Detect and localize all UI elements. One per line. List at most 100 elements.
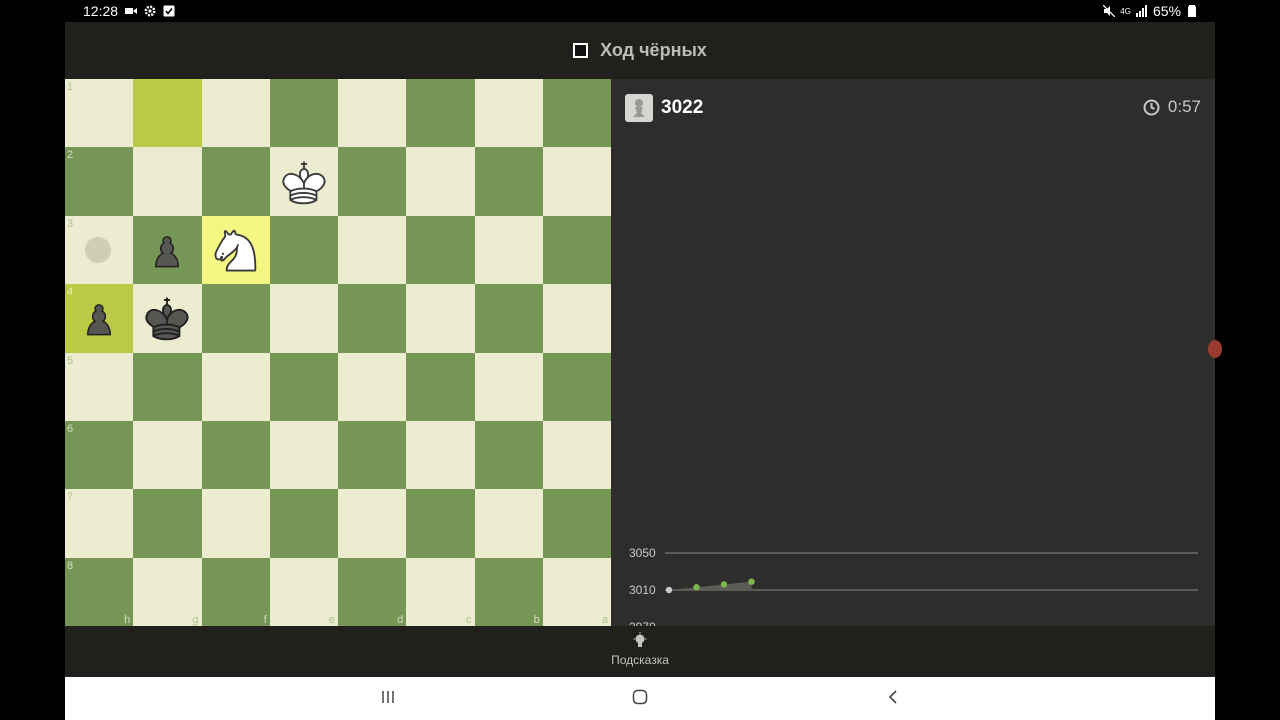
- square-a4[interactable]: [542, 284, 611, 353]
- square-g2[interactable]: [133, 147, 202, 216]
- navigation-bar: [65, 677, 1215, 720]
- square-f8[interactable]: f: [201, 557, 270, 626]
- clock-icon: [1143, 99, 1160, 115]
- back-icon[interactable]: [887, 689, 899, 705]
- bottom-bar: Подсказка: [65, 626, 1215, 677]
- rank-label: 7: [67, 491, 74, 504]
- file-label: h: [124, 614, 131, 626]
- square-b2[interactable]: [474, 147, 543, 216]
- square-e2[interactable]: [269, 147, 338, 216]
- turn-indicator-square: [573, 43, 589, 58]
- square-f6[interactable]: [201, 420, 270, 490]
- hint-button[interactable]: Подсказка: [610, 632, 670, 667]
- square-c6[interactable]: [406, 420, 475, 490]
- square-b7[interactable]: [474, 489, 543, 558]
- square-b4[interactable]: [474, 284, 543, 353]
- square-a8[interactable]: a: [542, 557, 611, 626]
- square-c5[interactable]: [406, 352, 475, 421]
- square-f4[interactable]: [201, 284, 270, 353]
- square-d3[interactable]: [338, 215, 407, 285]
- square-b1[interactable]: [474, 79, 543, 148]
- black-king-piece[interactable]: [133, 284, 201, 352]
- top-bar: Ход чёрных: [65, 22, 1215, 79]
- square-e4[interactable]: [269, 284, 338, 353]
- square-b8[interactable]: b: [474, 557, 543, 626]
- square-a1[interactable]: [542, 79, 611, 148]
- square-h3[interactable]: 3: [65, 215, 134, 285]
- square-a5[interactable]: [542, 352, 611, 421]
- floating-bubble[interactable]: [1208, 340, 1222, 358]
- square-d5[interactable]: [338, 352, 407, 421]
- square-d2[interactable]: [338, 147, 407, 216]
- square-g3[interactable]: [133, 215, 202, 285]
- square-h2[interactable]: 2: [65, 147, 134, 216]
- chess-app: Ход чёрных 1 2345 67 8h g f edcba 3022 0:57 30…: [65, 22, 1222, 677]
- square-a3[interactable]: [542, 215, 611, 285]
- white-king-piece[interactable]: [270, 147, 338, 215]
- hint-label: Подсказка: [611, 653, 669, 667]
- home-icon[interactable]: [632, 689, 648, 705]
- file-label: e: [328, 614, 335, 626]
- square-g5[interactable]: [133, 352, 202, 421]
- square-h4[interactable]: 4: [65, 284, 134, 353]
- square-g7[interactable]: [133, 489, 202, 558]
- square-g8[interactable]: g: [133, 557, 202, 626]
- square-g4[interactable]: [133, 284, 202, 353]
- square-b6[interactable]: [474, 420, 543, 490]
- square-g1[interactable]: [133, 79, 202, 148]
- file-label: g: [192, 614, 199, 626]
- square-b3[interactable]: [474, 215, 543, 285]
- square-a6[interactable]: [542, 420, 611, 490]
- check-box-icon: [163, 5, 175, 17]
- square-d1[interactable]: [338, 79, 407, 148]
- square-h6[interactable]: 6: [65, 420, 134, 490]
- rank-label: 5: [67, 354, 74, 367]
- chess-board[interactable]: 1 2345 67 8h g f edcba: [65, 79, 611, 626]
- square-a7[interactable]: [542, 489, 611, 558]
- square-c2[interactable]: [406, 147, 475, 216]
- square-f1[interactable]: [201, 79, 270, 148]
- square-c1[interactable]: [406, 79, 475, 148]
- graph-y-label: 3010: [629, 583, 656, 597]
- square-e1[interactable]: [269, 79, 338, 148]
- recent-apps-icon[interactable]: [381, 689, 395, 705]
- square-c8[interactable]: c: [406, 557, 475, 626]
- status-time: 12:28: [83, 3, 119, 19]
- signal-icon: [1135, 5, 1147, 17]
- square-c3[interactable]: [406, 215, 475, 285]
- square-d8[interactable]: d: [338, 557, 407, 626]
- square-d6[interactable]: [338, 420, 407, 490]
- battery-icon: [1188, 5, 1196, 17]
- square-c7[interactable]: [406, 489, 475, 558]
- black-pawn-piece[interactable]: [133, 216, 201, 284]
- square-e6[interactable]: [269, 420, 338, 490]
- puzzle-rating: 3022: [661, 97, 704, 118]
- square-d7[interactable]: [338, 489, 407, 558]
- file-label: f: [263, 614, 267, 626]
- rank-label: 1: [67, 81, 74, 93]
- status-bar: 12:28 4G 65%: [0, 0, 1280, 22]
- square-a2[interactable]: [542, 147, 611, 216]
- square-h8[interactable]: 8h: [65, 557, 134, 626]
- square-c4[interactable]: [406, 284, 475, 353]
- square-h7[interactable]: 7: [65, 489, 134, 558]
- square-h1[interactable]: 1: [65, 79, 134, 148]
- square-e5[interactable]: [269, 352, 338, 421]
- square-f2[interactable]: [201, 147, 270, 216]
- square-f3[interactable]: [201, 215, 270, 285]
- square-e8[interactable]: e: [269, 557, 338, 626]
- square-f5[interactable]: [201, 352, 270, 421]
- square-e7[interactable]: [269, 489, 338, 558]
- gear-icon: [144, 5, 156, 17]
- lightbulb-icon: [633, 632, 647, 647]
- move-hint-dot[interactable]: [85, 236, 111, 263]
- square-e3[interactable]: [269, 215, 338, 285]
- square-f7[interactable]: [201, 489, 270, 558]
- square-h5[interactable]: 5: [65, 352, 134, 421]
- puzzle-panel: 3022 0:57 3050 3010 2970: [611, 79, 1215, 629]
- square-d4[interactable]: [338, 284, 407, 353]
- square-g6[interactable]: [133, 420, 202, 490]
- square-b5[interactable]: [474, 352, 543, 421]
- black-pawn-piece[interactable]: [65, 284, 133, 352]
- white-knight-piece[interactable]: [202, 216, 270, 284]
